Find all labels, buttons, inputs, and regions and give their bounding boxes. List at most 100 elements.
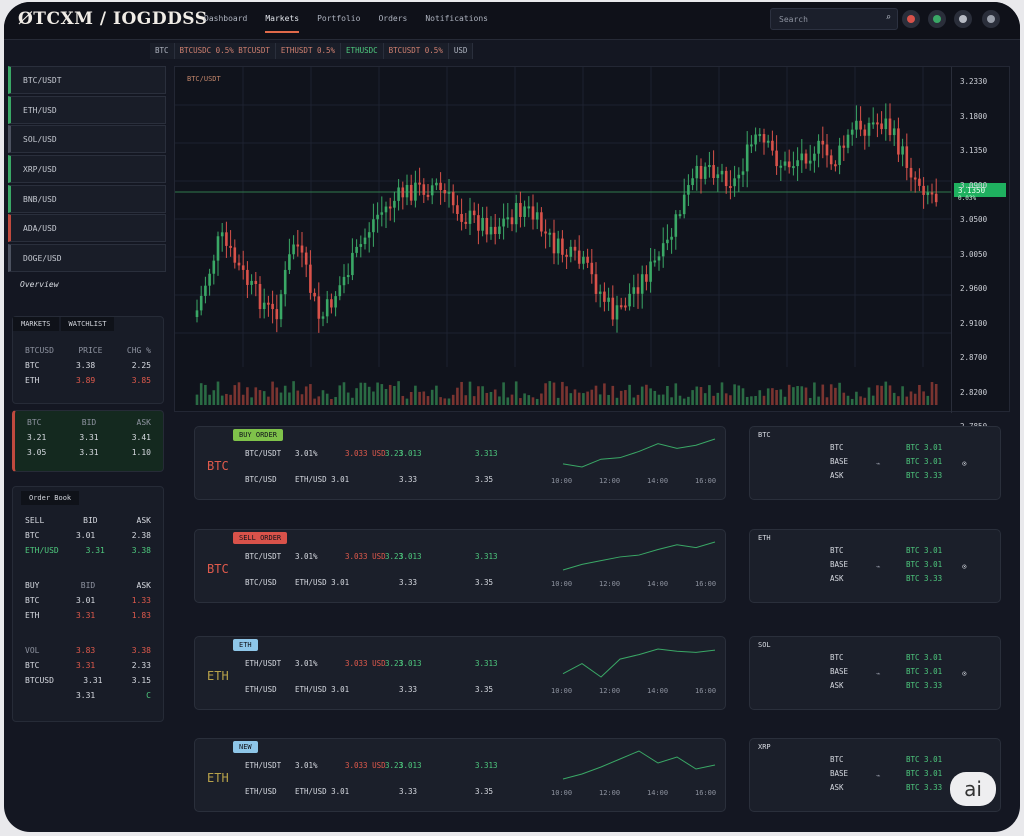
ticker-item[interactable]: BTCUSDC 0.5% BTCUSDT — [174, 43, 276, 59]
volume-bar — [628, 384, 631, 405]
volume-bar — [279, 392, 283, 405]
table-row[interactable]: BTCUSD 3.31 3.15 — [13, 673, 163, 688]
sidebar-item-ada[interactable]: ADA/USD — [8, 214, 166, 243]
candle-body — [548, 232, 552, 235]
order-card[interactable]: SELL ORDER BTC BTC/USDT 3.01% 3.033 USD BTC/U… — [194, 529, 726, 603]
nav-notifications[interactable]: Notifications — [425, 14, 488, 33]
sidebar-item-xrp[interactable]: XRP/USD — [8, 155, 166, 184]
order-detail: ETH/USD 3.01 — [295, 685, 350, 694]
side-summary-card[interactable]: ETH BTC BTC 3.01 BASE BTC 3.01 ASK BTC 3.33 ⌁ ⊙ — [749, 529, 1001, 603]
sidebar-item-eth[interactable]: ETH/USD — [8, 95, 166, 124]
candle-body — [729, 186, 732, 189]
chart-small-icon[interactable]: ⌁ — [876, 669, 881, 678]
table-row[interactable]: 3.05 3.31 1.10 — [15, 445, 163, 460]
order-pair: ETH/USDT — [245, 659, 282, 668]
sidebar-item-sol[interactable]: SOL/USD — [8, 125, 166, 154]
table-row[interactable]: ETH/USD 3.31 3.38 — [13, 543, 163, 558]
candle-body — [288, 254, 291, 270]
nav-portfolio[interactable]: Portfolio — [317, 14, 360, 33]
candle-body — [670, 236, 673, 240]
volume-bar — [506, 397, 510, 405]
volume-bar — [842, 392, 846, 405]
volume-bar — [535, 398, 539, 405]
nav-markets[interactable]: Markets — [265, 14, 300, 33]
order-card[interactable]: ETH ETH ETH/USDT 3.01% 3.033 USD ETH/USD ETH/U… — [194, 636, 726, 710]
candle-body — [330, 299, 333, 308]
table-row[interactable]: ETH 3.89 3.85 — [13, 373, 163, 388]
ticker-item[interactable]: ETHUSDT 0.5% — [275, 43, 342, 59]
side-card-value: BTC 3.33 — [906, 681, 943, 690]
volume-bar — [850, 398, 854, 405]
table-row[interactable]: 3.21 3.31 3.41 — [15, 430, 163, 445]
more-icon[interactable]: ⊙ — [962, 669, 967, 678]
avatar[interactable] — [982, 10, 1000, 28]
volume-bar — [855, 391, 858, 405]
nav-dashboard[interactable]: Dashboard — [204, 14, 247, 33]
volume-bar — [321, 390, 325, 405]
markets-panel: MARKETS WATCHLIST BTCUSD PRICE CHG % BTC 3.… — [12, 316, 164, 404]
candlestick-chart[interactable]: BTC/USDT 3.1350 0.03% 3.2330 3.1800 3.1350… — [174, 66, 1010, 466]
table-row[interactable]: BTC 3.01 1.33 — [13, 593, 163, 608]
search-input[interactable]: Search ⌕ — [770, 8, 898, 30]
ticker-item[interactable]: ETHUSDC — [341, 43, 384, 59]
candle-body — [603, 291, 606, 302]
candle-body — [414, 182, 417, 201]
chart-small-icon[interactable]: ⌁ — [876, 459, 881, 468]
table-row[interactable]: VOL 3.83 3.38 — [13, 643, 163, 658]
ticker-item[interactable]: BTC — [150, 43, 175, 59]
tab-markets[interactable]: MARKETS — [13, 317, 59, 331]
alert-icon[interactable] — [902, 10, 920, 28]
candle-body — [716, 174, 720, 179]
tab-watchlist[interactable]: WATCHLIST — [60, 317, 115, 331]
sidebar-item-doge[interactable]: DOGE/USD — [8, 244, 166, 273]
candle-body — [615, 305, 619, 320]
volume-bar — [636, 394, 640, 405]
brand-logo[interactable]: ØTCXM / IOGDDSS — [18, 9, 208, 29]
volume-bar — [787, 384, 791, 405]
order-card[interactable]: BUY ORDER BTC BTC/USDT 3.01% 3.033 USD BTC/US… — [194, 426, 726, 500]
table-row[interactable]: 3.31 C — [13, 688, 163, 703]
notification-icon[interactable] — [928, 10, 946, 28]
chart-small-icon[interactable]: ⌁ — [876, 562, 881, 571]
volume-bar — [556, 397, 560, 405]
candle-body — [258, 284, 262, 310]
candle-body — [321, 316, 325, 319]
volume-bar — [573, 389, 577, 405]
side-summary-card[interactable]: SOL BTC BTC 3.01 BASE BTC 3.01 ASK BTC 3.33 ⌁ ⊙ — [749, 636, 1001, 710]
sparkline-time-label: 12:00 — [599, 687, 621, 695]
volume-bar — [876, 385, 879, 405]
candle-body — [884, 118, 888, 130]
table-row[interactable]: BTC 3.31 2.33 — [13, 658, 163, 673]
more-icon[interactable]: ⊙ — [962, 459, 967, 468]
side-summary-card[interactable]: BTC BTC BTC 3.01 BASE BTC 3.01 ASK BTC 3.33 ⌁ ⊙ — [749, 426, 1001, 500]
candle-body — [393, 200, 396, 208]
order-card[interactable]: NEW ETH ETH/USDT 3.01% 3.033 USD ETH/USD ETH/U… — [194, 738, 726, 812]
candle-body — [489, 226, 493, 235]
settings-icon[interactable] — [954, 10, 972, 28]
candle-body — [611, 297, 615, 320]
volume-bar — [775, 389, 778, 405]
table-row[interactable]: BTC 3.01 2.38 — [13, 528, 163, 543]
candle-body — [708, 165, 711, 168]
nav-orders[interactable]: Orders — [378, 14, 407, 33]
candle-body — [397, 187, 400, 201]
chart-canvas[interactable] — [175, 67, 951, 413]
table-row[interactable]: BTC 3.38 2.25 — [13, 358, 163, 373]
side-card-value: BTC 3.01 — [906, 443, 943, 452]
order-value: 3.013 — [399, 552, 422, 561]
candle-body — [388, 206, 392, 209]
table-row[interactable]: SELL BID ASK — [13, 513, 163, 528]
ticker-item[interactable]: BTCUSDT 0.5% — [383, 43, 449, 59]
more-icon[interactable]: ⊙ — [962, 562, 967, 571]
sidebar-item-btc[interactable]: BTC/USDT — [8, 66, 166, 94]
table-row[interactable]: BUY BID ASK — [13, 578, 163, 593]
table-row[interactable]: ETH 3.31 1.83 — [13, 608, 163, 623]
candle-body — [754, 134, 757, 145]
volume-bar — [241, 394, 245, 405]
volume-bar — [729, 395, 732, 405]
chart-small-icon[interactable]: ⌁ — [876, 771, 881, 780]
order-badge: BUY ORDER — [233, 429, 283, 441]
volume-bar — [544, 383, 547, 405]
sidebar-item-bnb[interactable]: BNB/USD — [8, 184, 166, 213]
ticker-item[interactable]: USD — [448, 43, 474, 59]
